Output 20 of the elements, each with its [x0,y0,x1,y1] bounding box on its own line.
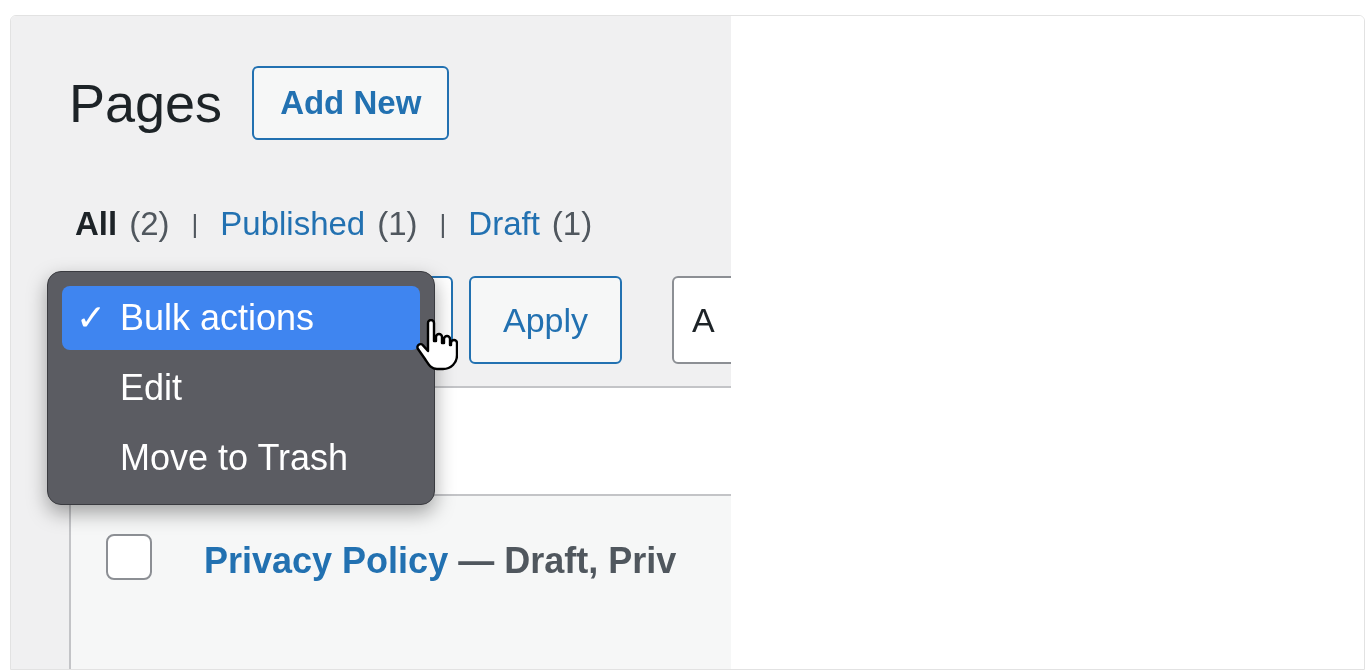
add-new-button[interactable]: Add New [252,66,450,140]
menu-item-label: Bulk actions [120,296,315,340]
menu-item-label: Edit [120,366,183,410]
page-title-link[interactable]: Privacy Policy [204,534,449,588]
status-filter-link[interactable]: All [75,207,118,240]
menu-item-label: Move to Trash [120,436,349,480]
apply-button[interactable]: Apply [469,276,623,364]
filter-separator: | [190,210,200,237]
filter-count: (2) [129,207,170,240]
filter-select[interactable]: A [672,276,731,364]
menu-item[interactable]: Move to Trash [62,426,420,490]
menu-item[interactable]: Edit [62,356,420,420]
status-filter-link[interactable]: Published [220,207,366,240]
status-filter-link[interactable]: Draft [468,207,540,240]
filter-count: (1) [377,207,418,240]
menu-item[interactable]: ✓ Bulk actions [62,286,420,350]
filter-separator: | [438,210,448,237]
check-mark: ✓ [76,296,106,340]
page-states: — Draft, Priv [458,539,677,583]
filter-count: (1) [551,207,593,240]
